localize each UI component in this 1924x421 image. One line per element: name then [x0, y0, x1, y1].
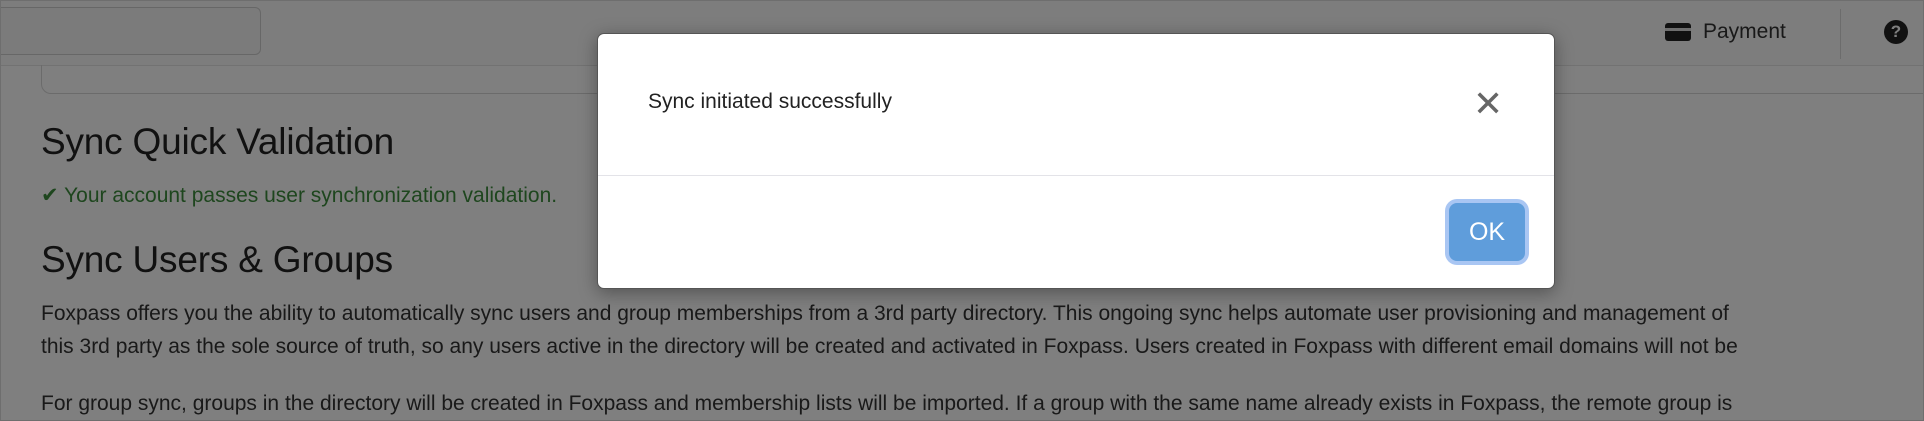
close-icon[interactable]: ✕: [1473, 86, 1503, 122]
app-window: Payment ? Sync Quick Validation ✔ Your a…: [0, 0, 1924, 421]
dialog-body: Sync initiated successfully ✕: [598, 34, 1554, 176]
ok-button[interactable]: OK: [1449, 203, 1525, 261]
dialog-message: Sync initiated successfully: [648, 90, 892, 113]
sync-confirmation-dialog: Sync initiated successfully ✕ OK: [597, 33, 1555, 289]
